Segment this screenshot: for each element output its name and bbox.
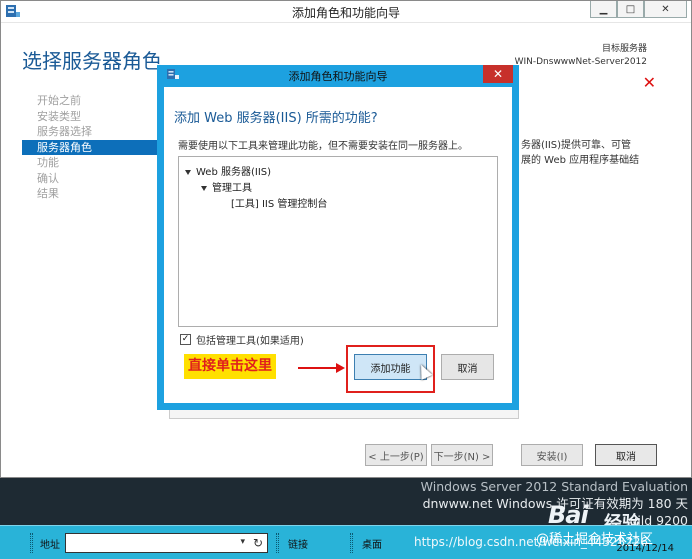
links-label[interactable]: 链接 [288, 536, 308, 551]
nav-item-installation-type[interactable]: 安装类型 [22, 109, 162, 125]
taskbar-date[interactable]: 2014/12/14 [616, 543, 674, 554]
dropdown-arrow-icon[interactable]: ▾ [240, 537, 245, 547]
cancel-wizard-button[interactable]: 取消 [595, 444, 657, 466]
dialog-description: 需要使用以下工具来管理此功能，但不需要安装在同一服务器上。 [178, 141, 468, 152]
nav-item-server-selection[interactable]: 服务器选择 [22, 124, 162, 140]
nav-item-before-you-begin[interactable]: 开始之前 [22, 93, 162, 109]
footer-nav-buttons: < 上一步(P) 下一步(N) > [365, 444, 493, 466]
nav-item-server-roles[interactable]: 服务器角色 [22, 139, 162, 155]
tree-item-web-server: Web 服务器(IIS) [185, 163, 271, 178]
target-server-label: 目标服务器 [601, 44, 647, 54]
address-input[interactable]: ▾ ↻ [65, 533, 268, 553]
wizard-title: 添加角色和功能向导 [291, 6, 400, 20]
tree-item-label: 管理工具 [212, 183, 252, 194]
window-controls: ▁ □ ✕ [590, 1, 687, 18]
include-tools-checkbox[interactable]: ✓ [180, 334, 191, 345]
nav-item-features[interactable]: 功能 [22, 155, 162, 171]
tree-item-label: Web 服务器(IIS) [196, 167, 272, 178]
dialog-cancel-button[interactable]: 取消 [441, 354, 494, 380]
address-label: 地址 [40, 540, 60, 551]
required-features-tree: Web 服务器(IIS) 管理工具 [工具] IIS 管理控制台 [178, 156, 498, 327]
wizard-titlebar: 添加角色和功能向导 ▁ □ ✕ [1, 1, 691, 23]
taskbar: 地址 ▾ ↻ 链接 桌面 https://blog.csdn.net/weixi… [0, 525, 692, 559]
expand-triangle-icon[interactable] [185, 169, 191, 175]
toolbar-grip[interactable] [350, 533, 353, 553]
install-button[interactable]: 安装(I) [521, 444, 583, 466]
roles-list-bottom [169, 409, 519, 419]
arrow-line [298, 367, 338, 369]
toolbar-grip[interactable] [30, 533, 33, 553]
dialog-titlebar: 添加角色和功能向导 ✕ [164, 65, 513, 87]
expand-triangle-icon[interactable] [201, 185, 207, 191]
toolbar-grip[interactable] [276, 533, 279, 553]
target-server-name: WIN-DnswwwNet-Server2012 [514, 57, 647, 67]
footer-action-buttons: 安装(I) 取消 [521, 444, 657, 466]
dialog-title: 添加角色和功能向导 [288, 70, 388, 83]
nav-item-confirmation[interactable]: 确认 [22, 171, 162, 187]
arrow-right-icon [336, 363, 345, 373]
close-button[interactable]: ✕ [644, 1, 687, 18]
previous-button[interactable]: < 上一步(P) [365, 444, 427, 466]
desktop-background: Windows Server 2012 Standard Evaluation … [0, 478, 692, 528]
maximize-button[interactable]: □ [617, 1, 644, 18]
role-description: 务器(IIS)提供可靠、可管 展的 Web 应用程序基础结 [521, 138, 691, 168]
refresh-icon[interactable]: ↻ [253, 536, 263, 550]
tree-item-management-tools: 管理工具 [201, 179, 252, 194]
instruction-callout: 直接单击这里 [184, 354, 276, 379]
target-server-info: 目标服务器 WIN-DnswwwNet-Server2012 [515, 43, 647, 69]
dialog-body: 添加 Web 服务器(IIS) 所需的功能? 需要使用以下工具来管理此功能，但不… [164, 87, 512, 403]
next-button[interactable]: 下一步(N) > [431, 444, 493, 466]
nav-item-results[interactable]: 结果 [22, 186, 162, 202]
role-description-line: 务器(IIS)提供可靠、可管 [521, 140, 632, 151]
role-description-line: 展的 Web 应用程序基础结 [521, 155, 640, 166]
minimize-button[interactable]: ▁ [590, 1, 617, 18]
wizard-nav: 开始之前 安装类型 服务器选择 服务器角色 功能 确认 结果 [22, 93, 162, 202]
add-features-dialog: 添加角色和功能向导 ✕ 添加 Web 服务器(IIS) 所需的功能? 需要使用以… [157, 65, 519, 410]
dialog-heading: 添加 Web 服务器(IIS) 所需的功能? [174, 111, 378, 126]
page-title: 选择服务器角色 [22, 49, 162, 73]
include-tools-row[interactable]: ✓ 包括管理工具(如果适用) [180, 332, 304, 347]
desktop-label[interactable]: 桌面 [362, 536, 382, 551]
tree-item-iis-console: [工具] IIS 管理控制台 [231, 199, 328, 210]
edition-line: Windows Server 2012 Standard Evaluation [420, 479, 688, 494]
include-tools-label: 包括管理工具(如果适用) [196, 336, 304, 347]
dialog-close-button[interactable]: ✕ [483, 65, 513, 83]
error-x-icon[interactable]: ✕ [643, 73, 656, 92]
